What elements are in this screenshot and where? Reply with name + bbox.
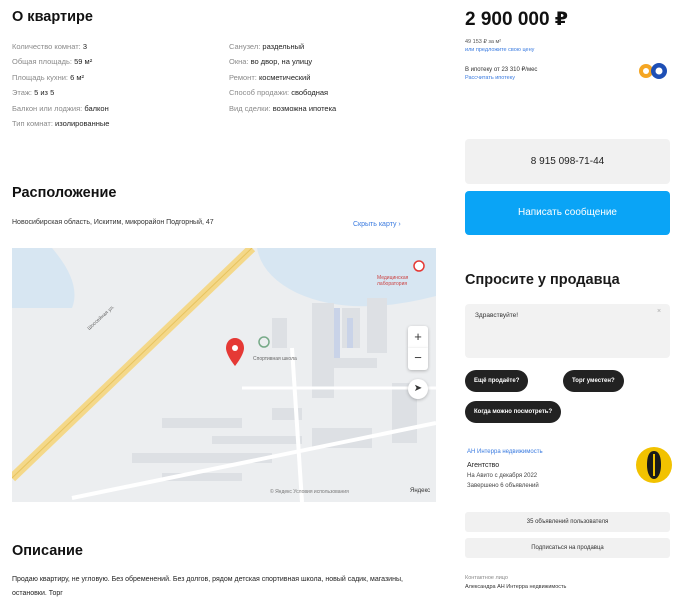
- description-text: Продаю квартиру, не угловую. Без обремен…: [12, 576, 403, 597]
- about-title: О квартире: [12, 9, 93, 25]
- map-zoom-out-button[interactable]: −: [408, 348, 428, 370]
- bank-logo-icon: [639, 63, 667, 79]
- address-text: Новосибирская область, Искитим, микрорай…: [12, 219, 214, 226]
- seller-ads-button[interactable]: 35 объявлений пользователя: [465, 512, 670, 532]
- seller-type: Агентство: [467, 462, 500, 469]
- hide-map-link[interactable]: Скрыть карту ›: [353, 221, 401, 228]
- map-brand-logo[interactable]: Яндекс: [410, 488, 430, 494]
- write-message-button[interactable]: Написать сообщение: [465, 191, 670, 235]
- param-row: Этаж: 5 из 5: [12, 88, 55, 98]
- price-per-meter: 49 153 ₽ за м²: [465, 39, 502, 45]
- ask-seller-input[interactable]: Здравствуйте!: [465, 304, 670, 358]
- map-view[interactable]: [12, 248, 436, 502]
- params-right-column: Санузел: раздельный Окна: во двор, на ул…: [229, 39, 442, 116]
- mortgage-calc-link[interactable]: Рассчитать ипотеку: [465, 75, 515, 81]
- param-row: Общая площадь: 59 м²: [12, 57, 93, 67]
- quick-question-chip[interactable]: Когда можно посмотреть?: [465, 401, 562, 423]
- param-row: Санузел: раздельный: [229, 42, 305, 51]
- contact-label: Контактное лицо: [465, 575, 508, 581]
- params-left-column: Количество комнат: 3 Общая площадь: 59 м…: [12, 39, 227, 131]
- map-canvas: [12, 248, 436, 502]
- map-locate-icon[interactable]: ➤: [408, 379, 428, 399]
- quick-question-chip[interactable]: Торг уместен?: [563, 370, 624, 392]
- quick-question-chip[interactable]: Ещё продаёте?: [465, 370, 529, 392]
- ask-seller-title: Спросите у продавца: [465, 272, 620, 288]
- seller-since: На Авито с декабря 2022: [467, 473, 538, 479]
- show-phone-button[interactable]: 8 915 098-71-44: [465, 139, 670, 184]
- param-row: Площадь кухни: 6 м²: [12, 72, 85, 82]
- location-title: Расположение: [12, 185, 117, 201]
- subscribe-seller-button[interactable]: Подписаться на продавца: [465, 538, 670, 558]
- param-row: Вид сделки: возможна ипотека: [229, 103, 337, 113]
- param-row: Ремонт: косметический: [229, 72, 311, 82]
- price: 2 900 000 ₽: [465, 9, 569, 30]
- param-row: Способ продажи: свободная: [229, 88, 329, 98]
- clear-icon[interactable]: ×: [657, 308, 661, 315]
- map-copyright[interactable]: © Яндекс Условия использования: [270, 489, 349, 495]
- param-row: Количество комнат: 3: [12, 42, 87, 51]
- seller-name-link[interactable]: АН Интерра недвижимость: [467, 449, 543, 455]
- description-title: Описание: [12, 543, 83, 559]
- param-row: Тип комнат: изолированные: [12, 119, 110, 129]
- contact-name: Александра АН Интерра недвижимость: [465, 584, 567, 590]
- seller-avatar[interactable]: [635, 445, 673, 485]
- offer-price-link[interactable]: или предложите свою цену: [465, 47, 534, 53]
- map-poi-hospital: Медицинская лаборатория: [377, 275, 409, 287]
- param-row: Окна: во двор, на улицу: [229, 57, 313, 67]
- mortgage-text: В ипотеку от 23 310 ₽/мес: [465, 67, 538, 73]
- param-row: Балкон или лоджия: балкон: [12, 103, 109, 113]
- map-poi-school: Спортивная школа: [253, 356, 297, 362]
- seller-completed: Завершено 6 объявлений: [467, 483, 539, 489]
- map-zoom-in-button[interactable]: +: [408, 326, 428, 348]
